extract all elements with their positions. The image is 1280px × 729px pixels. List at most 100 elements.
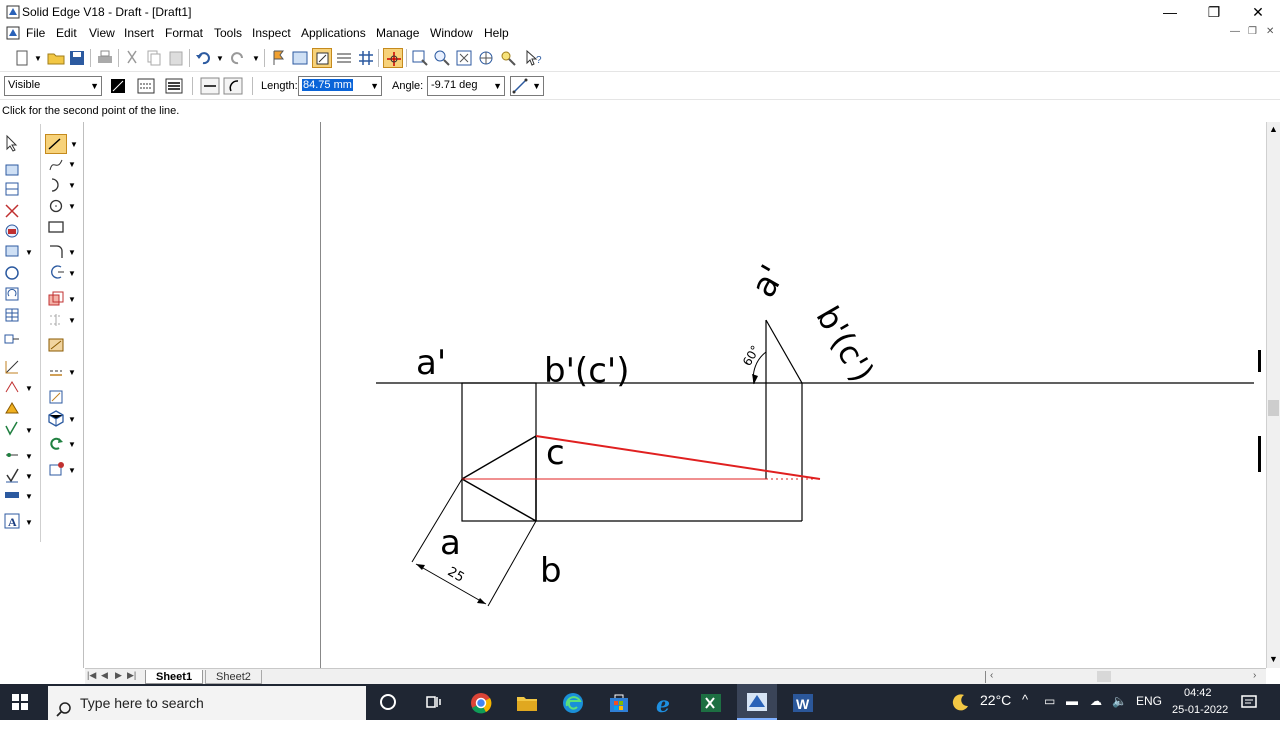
- chevron-down-icon[interactable]: ▼: [68, 202, 76, 211]
- chevron-down-icon[interactable]: ▼: [68, 316, 76, 325]
- grid-icon[interactable]: [356, 48, 376, 68]
- chevron-down-icon[interactable]: ▼: [68, 269, 76, 278]
- menu-format[interactable]: Format: [165, 26, 203, 40]
- menu-view[interactable]: View: [89, 26, 115, 40]
- table-icon[interactable]: [3, 306, 21, 324]
- curve-tool-icon[interactable]: [47, 156, 65, 174]
- layers-icon[interactable]: [334, 48, 354, 68]
- dimension-axis-icon[interactable]: [47, 362, 65, 380]
- menu-insert[interactable]: Insert: [124, 26, 154, 40]
- zoom-icon[interactable]: [432, 48, 452, 68]
- select-tool-icon[interactable]: [3, 134, 21, 152]
- chevron-down-icon[interactable]: ▼: [68, 440, 76, 449]
- scroll-left-icon[interactable]: ‹: [990, 670, 993, 681]
- line-style-select[interactable]: Visible ▼: [4, 76, 102, 96]
- scroll-up-icon[interactable]: ▲: [1269, 124, 1278, 134]
- tab-sheet1[interactable]: Sheet1: [145, 670, 204, 684]
- weld-symbol-icon[interactable]: [3, 399, 21, 417]
- vertical-scrollbar[interactable]: ▲ ▼: [1266, 122, 1280, 668]
- menu-file[interactable]: File: [26, 26, 45, 40]
- symbol-tool-icon[interactable]: [47, 460, 65, 478]
- drawing-view-icon[interactable]: [312, 48, 332, 68]
- new-file-icon[interactable]: [12, 48, 32, 68]
- annotation-tool-icon[interactable]: [3, 378, 21, 396]
- menu-edit[interactable]: Edit: [56, 26, 77, 40]
- chevron-down-icon[interactable]: ▼: [68, 368, 76, 377]
- sheet-setup-icon[interactable]: [290, 48, 310, 68]
- show-hidden-icons-icon[interactable]: ^: [1022, 692, 1028, 707]
- length-input[interactable]: 84.75 mm ▼: [298, 76, 382, 96]
- mirror-tool-icon[interactable]: [47, 311, 65, 329]
- fill-tool-icon[interactable]: [47, 336, 65, 354]
- chevron-down-icon[interactable]: ▼: [68, 248, 76, 257]
- minimize-button[interactable]: —: [1148, 0, 1192, 24]
- line-mode-icon[interactable]: [200, 76, 220, 96]
- save-icon[interactable]: [67, 48, 87, 68]
- undo-icon[interactable]: [193, 48, 213, 68]
- menu-inspect[interactable]: Inspect: [252, 26, 291, 40]
- section-icon[interactable]: [3, 202, 21, 220]
- chevron-down-icon[interactable]: ▼: [25, 472, 33, 481]
- line-color-icon[interactable]: [108, 76, 128, 96]
- solid-edge-taskbar-button[interactable]: [737, 684, 777, 720]
- cortana-icon[interactable]: [379, 693, 397, 711]
- relationships-icon[interactable]: [47, 388, 65, 406]
- mdi-restore-button[interactable]: ❐: [1248, 26, 1257, 37]
- windows-start-icon[interactable]: [12, 694, 28, 710]
- close-button[interactable]: ✕: [1236, 0, 1280, 24]
- mdi-close-button[interactable]: ✕: [1266, 26, 1274, 37]
- last-sheet-icon[interactable]: ▶|: [127, 670, 136, 681]
- document-icon[interactable]: [6, 26, 20, 40]
- rotate-tool-icon[interactable]: [47, 434, 65, 452]
- whats-this-help-icon[interactable]: ?: [524, 48, 544, 68]
- 3d-box-icon[interactable]: [47, 409, 65, 427]
- next-sheet-icon[interactable]: ▶: [115, 670, 122, 681]
- chevron-down-icon[interactable]: ▼: [25, 452, 33, 461]
- menu-help[interactable]: Help: [484, 26, 509, 40]
- magnify-icon[interactable]: [498, 48, 518, 68]
- scroll-down-icon[interactable]: ▼: [1269, 654, 1278, 664]
- chevron-down-icon[interactable]: ▼: [25, 518, 33, 527]
- prev-sheet-icon[interactable]: ◀: [101, 670, 108, 681]
- trim-tool-icon[interactable]: [47, 263, 65, 281]
- relationship-button[interactable]: ▼: [510, 76, 544, 96]
- notification-icon[interactable]: [1240, 693, 1258, 711]
- new-dropdown-icon[interactable]: ▼: [34, 54, 42, 63]
- text-tool-icon[interactable]: A: [3, 512, 21, 530]
- pan-icon[interactable]: [476, 48, 496, 68]
- weather-temperature[interactable]: 22°C: [980, 692, 1011, 708]
- arc-mode-icon[interactable]: [223, 76, 243, 96]
- drawing-view-wizard-icon[interactable]: [3, 180, 21, 198]
- task-view-icon[interactable]: [424, 693, 442, 711]
- drawing-sheet[interactable]: a' b'(c') c a b 25 60° a' b'(c'): [322, 122, 1268, 668]
- clock-date[interactable]: 25-01-2022: [1172, 704, 1228, 716]
- line-tool-icon[interactable]: [45, 134, 67, 154]
- chevron-down-icon[interactable]: ▼: [68, 466, 76, 475]
- cut-icon[interactable]: [122, 48, 142, 68]
- first-sheet-icon[interactable]: |◀: [87, 670, 96, 681]
- chrome-icon[interactable]: [470, 692, 492, 714]
- mdi-minimize-button[interactable]: —: [1230, 26, 1240, 37]
- fillet-tool-icon[interactable]: [47, 242, 65, 260]
- chevron-down-icon[interactable]: ▼: [25, 426, 33, 435]
- connector-icon[interactable]: [3, 330, 21, 348]
- horizontal-scroll-thumb[interactable]: [1097, 671, 1111, 682]
- tab-sheet2[interactable]: Sheet2: [205, 670, 262, 684]
- scroll-right-icon[interactable]: ›: [1253, 670, 1256, 681]
- undo-dropdown-icon[interactable]: ▼: [216, 54, 224, 63]
- network-icon[interactable]: ☁: [1090, 694, 1102, 708]
- auxiliary-view-icon[interactable]: [3, 264, 21, 282]
- update-views-icon[interactable]: [3, 285, 21, 303]
- store-icon[interactable]: [608, 692, 630, 714]
- offset-tool-icon[interactable]: [47, 290, 65, 308]
- excel-icon[interactable]: [700, 692, 722, 714]
- intellisketch-icon[interactable]: [383, 48, 403, 68]
- menu-window[interactable]: Window: [430, 26, 473, 40]
- chevron-down-icon[interactable]: ▼: [25, 492, 33, 501]
- copy-icon[interactable]: [144, 48, 164, 68]
- edge-icon[interactable]: [562, 692, 584, 714]
- feature-control-frame-icon[interactable]: [3, 466, 21, 484]
- fit-icon[interactable]: [454, 48, 474, 68]
- language-indicator[interactable]: ENG: [1136, 694, 1162, 708]
- chevron-down-icon[interactable]: ▼: [68, 415, 76, 424]
